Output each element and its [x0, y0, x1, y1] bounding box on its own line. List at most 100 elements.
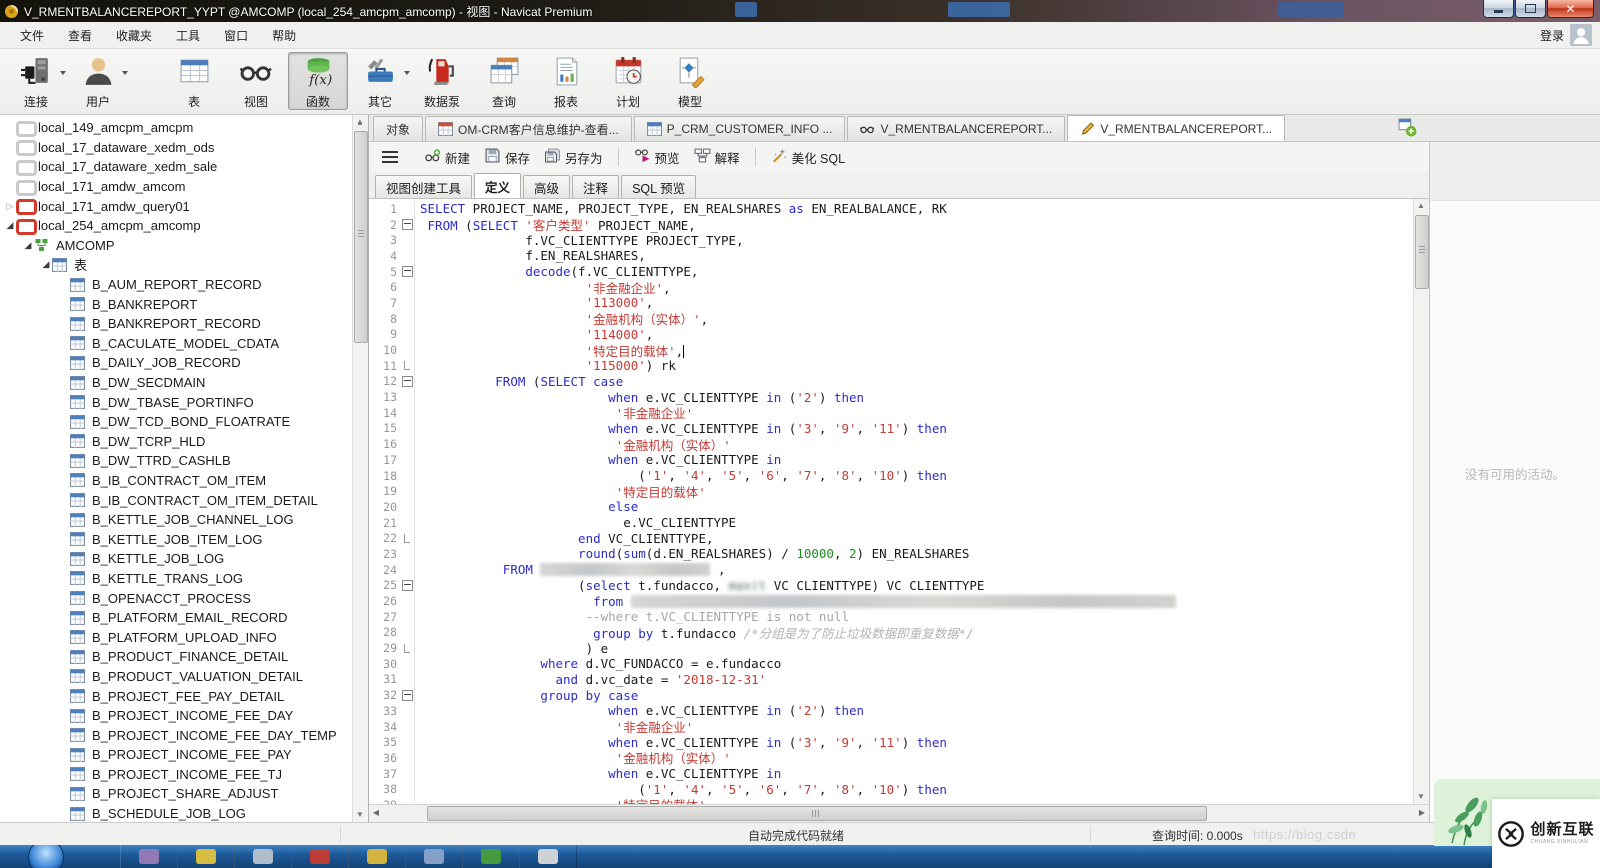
tree-expanded-arrow-icon[interactable]: ◢ [4, 220, 16, 231]
tree-table[interactable]: B_BANKREPORT [0, 294, 368, 314]
scroll-down-icon[interactable]: ▼ [1414, 790, 1428, 804]
sql-code-area[interactable]: 1SELECT PROJECT_NAME, PROJECT_TYPE, EN_R… [369, 199, 1414, 804]
hamburger-menu-icon[interactable] [379, 148, 401, 166]
toolbar-button-schedule[interactable]: 计划 [598, 52, 658, 110]
code-line-24[interactable]: 24 FROM , [369, 562, 1414, 578]
tree-table[interactable]: B_PRODUCT_FINANCE_DETAIL [0, 647, 368, 667]
toolbar-button-other[interactable]: 其它 [350, 52, 410, 110]
editor-subtab-2[interactable]: 高级 [523, 175, 570, 198]
code-line-25[interactable]: 25 (select t.fundacco, max(t VC CLIENTTY… [369, 578, 1414, 594]
code-line-36[interactable]: 36 '金融机构（实体）' [369, 750, 1414, 766]
toolbar-button-report[interactable]: 报表 [536, 52, 596, 110]
tree-table[interactable]: B_PLATFORM_EMAIL_RECORD [0, 608, 368, 628]
scroll-up-icon[interactable]: ▲ [353, 115, 367, 129]
tree-connection[interactable]: local_171_amdw_amcom [0, 177, 368, 197]
editor-subtab-3[interactable]: 注释 [572, 175, 619, 198]
maximize-button[interactable] [1515, 0, 1546, 18]
tree-table[interactable]: B_PLATFORM_UPLOAD_INFO [0, 627, 368, 647]
editor-button-preview[interactable]: 预览 [627, 145, 687, 170]
tree-connection[interactable]: ▷local_171_amdw_query01 [0, 196, 368, 216]
code-line-32[interactable]: 32 group by case [369, 687, 1414, 703]
code-line-10[interactable]: 10 '特定目的载体', [369, 342, 1414, 358]
code-line-26[interactable]: 26 from [369, 593, 1414, 609]
tree-table[interactable]: B_DW_SECDMAIN [0, 373, 368, 393]
tree-table[interactable]: B_KETTLE_JOB_LOG [0, 549, 368, 569]
code-line-34[interactable]: 34 '非金融企业' [369, 719, 1414, 735]
editor-vscrollbar[interactable]: ▲ ▼ [1413, 199, 1429, 804]
code-line-11[interactable]: 11 '115000') rk [369, 358, 1414, 374]
add-tab-button[interactable] [1398, 118, 1418, 138]
editor-hscroll-thumb[interactable] [427, 806, 1207, 821]
editor-button-explain[interactable]: 解释 [687, 145, 747, 170]
fold-collapse-icon[interactable] [400, 264, 415, 280]
tree-connection[interactable]: local_149_amcpm_amcpm [0, 118, 368, 138]
editor-subtab-0[interactable]: 视图创建工具 [375, 175, 472, 198]
code-line-12[interactable]: 12 FROM (SELECT case [369, 374, 1414, 390]
code-line-2[interactable]: 2 FROM (SELECT '客户类型' PROJECT_NAME, [369, 217, 1414, 233]
taskbar-button[interactable] [519, 845, 577, 868]
menu-item-file[interactable]: 文件 [8, 23, 56, 48]
code-line-6[interactable]: 6 '非金融企业', [369, 279, 1414, 295]
tree-connection[interactable]: local_17_dataware_xedm_sale [0, 157, 368, 177]
code-line-8[interactable]: 8 '金融机构（实体）', [369, 311, 1414, 327]
tree-table[interactable]: B_OPENACCT_PROCESS [0, 588, 368, 608]
tree-table[interactable]: B_DW_TCD_BOND_FLOATRATE [0, 412, 368, 432]
tree-table[interactable]: B_DW_TCRP_HLD [0, 432, 368, 452]
scroll-left-icon[interactable]: ◀ [369, 806, 383, 820]
tree-table[interactable]: B_PROJECT_INCOME_FEE_PAY [0, 745, 368, 765]
chevron-down-icon[interactable] [60, 71, 66, 75]
scroll-right-icon[interactable]: ▶ [1415, 806, 1429, 820]
tree-table[interactable]: B_SCHEDULE_JOB_LOG [0, 804, 368, 822]
code-line-17[interactable]: 17 when e.VC_CLIENTTYPE in [369, 452, 1414, 468]
tree-table[interactable]: B_BANKREPORT_RECORD [0, 314, 368, 334]
tree-table[interactable]: B_KETTLE_JOB_CHANNEL_LOG [0, 510, 368, 530]
start-button[interactable] [28, 845, 64, 868]
menu-item-help[interactable]: 帮助 [260, 23, 308, 48]
tree-table[interactable]: B_AUM_REPORT_RECORD [0, 275, 368, 295]
scroll-down-icon[interactable]: ▼ [353, 808, 367, 822]
taskbar-button[interactable] [120, 845, 178, 868]
editor-button-new[interactable]: 新建 [417, 145, 477, 170]
taskbar-button[interactable] [462, 845, 520, 868]
code-line-21[interactable]: 21 e.VC_CLIENTTYPE [369, 515, 1414, 531]
toolbar-button-datapump[interactable]: 数据泵 [412, 52, 472, 110]
editor-hscrollbar[interactable]: ◀ ▶ [369, 804, 1429, 822]
editor-button-saveas[interactable]: 另存为 [537, 145, 610, 170]
login-user-icon[interactable] [1570, 24, 1592, 46]
menu-item-window[interactable]: 窗口 [212, 23, 260, 48]
tree-table[interactable]: B_PROJECT_FEE_PAY_DETAIL [0, 686, 368, 706]
code-line-14[interactable]: 14 '非金融企业' [369, 405, 1414, 421]
document-tab-4[interactable]: V_RMENTBALANCEREPORT... [1067, 115, 1285, 141]
tree-connection[interactable]: local_17_dataware_xedm_ods [0, 138, 368, 158]
tree-schema[interactable]: ◢AMCOMP [0, 236, 368, 256]
tree-group-tables[interactable]: ◢表 [0, 255, 368, 275]
tree-connection[interactable]: ◢local_254_amcpm_amcomp [0, 216, 368, 236]
document-tab-2[interactable]: P_CRM_CUSTOMER_INFO ... [634, 116, 846, 141]
tree-table[interactable]: B_DW_TBASE_PORTINFO [0, 392, 368, 412]
document-tab-1[interactable]: OM-CRM客户信息维护-查看... [425, 116, 632, 141]
code-line-39[interactable]: 39 '特定目的载体' [369, 797, 1414, 804]
fold-collapse-icon[interactable] [400, 217, 415, 233]
chevron-down-icon[interactable] [404, 71, 410, 75]
taskbar-button[interactable] [291, 845, 349, 868]
code-line-31[interactable]: 31 and d.vc_date = '2018-12-31' [369, 672, 1414, 688]
toolbar-button-user[interactable]: 用户 [68, 52, 128, 110]
document-tab-3[interactable]: V_RMENTBALANCEREPORT... [847, 116, 1065, 141]
editor-subtab-4[interactable]: SQL 预览 [621, 175, 696, 198]
code-line-4[interactable]: 4 f.EN_REALSHARES, [369, 248, 1414, 264]
toolbar-button-view[interactable]: 视图 [226, 52, 286, 110]
fold-collapse-icon[interactable] [400, 374, 415, 390]
menu-item-favorites[interactable]: 收藏夹 [104, 23, 164, 48]
toolbar-button-function[interactable]: f(x)函数 [288, 52, 348, 110]
tree-table[interactable]: B_PRODUCT_VALUATION_DETAIL [0, 667, 368, 687]
document-tab-0[interactable]: 对象 [373, 116, 423, 141]
editor-scroll-thumb[interactable] [1415, 215, 1429, 289]
editor-subtab-1[interactable]: 定义 [474, 173, 521, 198]
tree-table[interactable]: B_DAILY_JOB_RECORD [0, 353, 368, 373]
fold-collapse-icon[interactable] [400, 578, 415, 594]
menu-item-view[interactable]: 查看 [56, 23, 104, 48]
code-line-28[interactable]: 28 group by t.fundacco /*分组是为了防止垃圾数据即重复数… [369, 625, 1414, 641]
code-line-29[interactable]: 29 ) e [369, 640, 1414, 656]
tree-table[interactable]: B_KETTLE_JOB_ITEM_LOG [0, 529, 368, 549]
close-button[interactable]: ✕ [1547, 0, 1594, 18]
